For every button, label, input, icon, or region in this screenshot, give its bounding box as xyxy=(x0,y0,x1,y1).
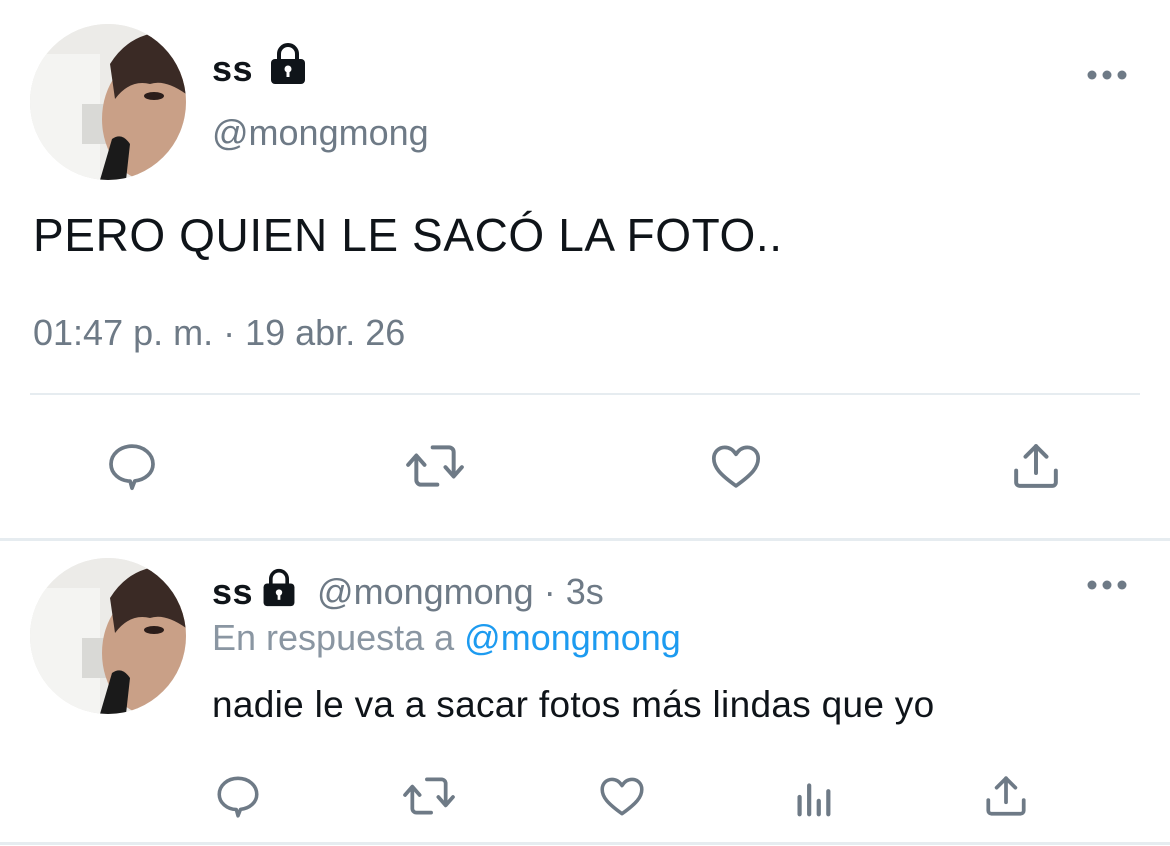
retweet-button[interactable] xyxy=(400,436,470,496)
retweet-icon xyxy=(406,445,464,487)
handle[interactable]: @mongmong xyxy=(212,112,429,154)
section-divider xyxy=(0,538,1170,541)
share-button[interactable] xyxy=(1004,436,1068,496)
in-reply-prefix: En respuesta a xyxy=(212,617,465,658)
tweet-text: PERO QUIEN LE SACÓ LA FOTO.. xyxy=(33,209,783,261)
reply-text: nadie le va a sacar fotos más lindas que… xyxy=(212,684,935,725)
reply-handle[interactable]: @mongmong xyxy=(317,571,534,612)
separator-dot: · xyxy=(533,571,566,612)
reply-icon xyxy=(217,776,259,818)
in-reply-mention[interactable]: @mongmong xyxy=(464,617,681,658)
share-icon xyxy=(986,776,1026,816)
like-button[interactable] xyxy=(704,436,768,496)
lock-icon xyxy=(259,568,305,607)
bottom-divider xyxy=(0,842,1170,845)
reply-button[interactable] xyxy=(100,436,164,496)
reply-analytics-button[interactable] xyxy=(786,770,840,824)
reply-header: ss @mongmong · 3s xyxy=(212,568,604,613)
reply-more-options-icon[interactable] xyxy=(1086,578,1128,597)
reply-avatar[interactable] xyxy=(30,558,186,714)
reply-time[interactable]: 3s xyxy=(566,571,604,612)
display-name[interactable]: ss xyxy=(212,48,253,90)
retweet-icon xyxy=(403,777,455,815)
analytics-icon xyxy=(797,783,831,817)
divider xyxy=(30,393,1140,395)
share-icon xyxy=(1014,444,1058,488)
avatar[interactable] xyxy=(30,24,186,180)
tweet-timestamp[interactable]: 01:47 p. m. · 19 abr. 26 xyxy=(33,312,405,354)
reply-share-button[interactable] xyxy=(978,768,1034,824)
reply-retweet-button[interactable] xyxy=(398,768,460,824)
lock-icon xyxy=(268,42,308,91)
in-reply-to: En respuesta a @mongmong xyxy=(212,617,681,659)
like-icon xyxy=(600,777,644,816)
more-options-icon[interactable] xyxy=(1086,68,1128,87)
reply-icon xyxy=(109,444,155,491)
reply-like-button[interactable] xyxy=(594,768,650,824)
reply-reply-button[interactable] xyxy=(210,768,266,824)
reply-display-name[interactable]: ss xyxy=(212,571,253,612)
like-icon xyxy=(711,445,761,488)
